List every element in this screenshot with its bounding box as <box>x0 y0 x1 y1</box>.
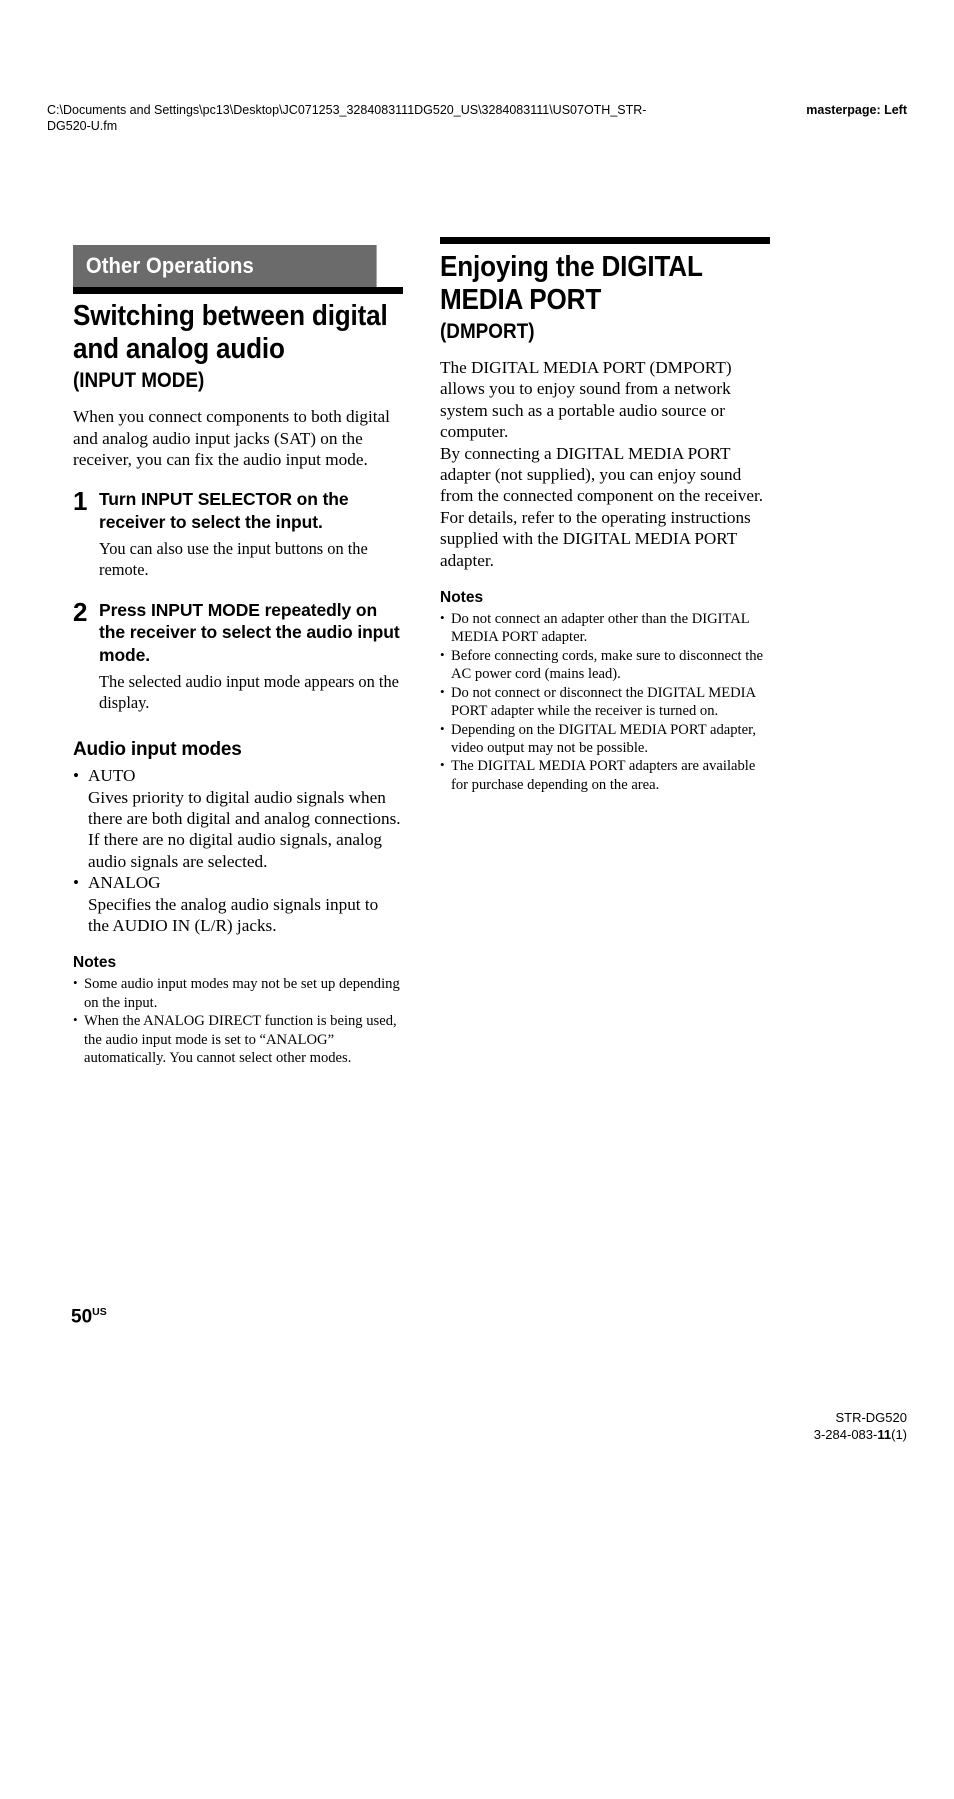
bullet-icon: • <box>440 720 445 736</box>
page-number-suffix: US <box>92 1306 107 1318</box>
bullet-icon: • <box>73 1012 78 1028</box>
note-text: When the ANALOG DIRECT function is being… <box>84 1013 397 1067</box>
right-paragraph-2: By connecting a DIGITAL MEDIA PORT adapt… <box>440 443 764 506</box>
model-number: STR-DG520 <box>835 1410 907 1425</box>
bullet-icon: • <box>440 646 445 662</box>
mode-name: AUTO <box>88 766 136 786</box>
bullet-icon: • <box>440 683 445 699</box>
footer-identifiers: STR-DG520 3-284-083-11(1) <box>814 1410 907 1443</box>
right-notes-list: • Do not connect an adapter other than t… <box>440 610 770 794</box>
list-item: • The DIGITAL MEDIA PORT adapters are av… <box>440 757 770 794</box>
mode-name: ANALOG <box>88 873 161 893</box>
bullet-icon: • <box>440 610 445 626</box>
step-2-title: Press INPUT MODE repeatedly on the recei… <box>99 599 400 665</box>
page-header: C:\Documents and Settings\pc13\Desktop\J… <box>47 103 907 134</box>
left-chapter-subtitle: (INPUT MODE) <box>73 369 205 393</box>
right-chapter-title: Enjoying the DIGITAL MEDIA PORT <box>440 251 703 316</box>
right-heading-rule <box>440 237 770 244</box>
list-item: • ANALOG Specifies the analog audio sign… <box>73 872 403 936</box>
note-text: Some audio input modes may not be set up… <box>84 976 400 1011</box>
step-2-number: 2 <box>73 596 88 627</box>
audio-input-modes-heading: Audio input modes <box>73 739 242 761</box>
step-1-title: Turn INPUT SELECTOR on the receiver to s… <box>99 489 349 532</box>
list-item: • Some audio input modes may not be set … <box>73 975 403 1012</box>
right-notes-heading: Notes <box>440 589 484 607</box>
mode-description: Specifies the analog audio signals input… <box>88 894 379 936</box>
bullet-icon: • <box>440 757 445 773</box>
list-item: • Do not connect an adapter other than t… <box>440 610 770 647</box>
list-item: • Before connecting cords, make sure to … <box>440 647 770 684</box>
doc-number-prefix: 3-284-083- <box>813 1426 878 1442</box>
note-text: Depending on the DIGITAL MEDIA PORT adap… <box>451 721 756 756</box>
list-item: • Depending on the DIGITAL MEDIA PORT ad… <box>440 721 770 758</box>
page-number: 50US <box>71 1306 107 1328</box>
note-text: The DIGITAL MEDIA PORT adapters are avai… <box>451 758 756 793</box>
right-paragraph-3: For details, refer to the operating inst… <box>440 507 751 570</box>
doc-number-revision: 11 <box>877 1426 892 1442</box>
step-2-description: The selected audio input mode appears on… <box>99 672 399 712</box>
list-item: • When the ANALOG DIRECT function is bei… <box>73 1012 403 1067</box>
left-column: Other Operations Switching between digit… <box>73 245 403 1067</box>
document-number: 3-284-083-11(1) <box>814 1427 907 1444</box>
page-number-value: 50 <box>71 1306 93 1328</box>
masterpage-label: masterpage: Left <box>806 103 907 117</box>
bullet-icon: • <box>73 975 78 991</box>
left-chapter-title: Switching between digital and analog aud… <box>73 300 388 366</box>
step-1-body: Turn INPUT SELECTOR on the receiver to s… <box>99 488 403 580</box>
source-file-path: C:\Documents and Settings\pc13\Desktop\J… <box>47 103 647 133</box>
mode-description: Gives priority to digital audio signals … <box>88 787 401 871</box>
note-text: Before connecting cords, make sure to di… <box>451 647 764 683</box>
note-text: Do not connect an adapter other than the… <box>451 611 750 646</box>
note-text: Do not connect or disconnect the DIGITAL… <box>451 684 756 720</box>
step-2: 2 Press INPUT MODE repeatedly on the rec… <box>73 599 403 714</box>
right-column: Enjoying the DIGITAL MEDIA PORT (DMPORT)… <box>440 237 770 794</box>
left-notes-list: • Some audio input modes may not be set … <box>73 975 403 1067</box>
step-1-description: You can also use the input buttons on th… <box>99 539 368 579</box>
section-banner: Other Operations <box>73 245 377 288</box>
doc-number-suffix: (1) <box>891 1426 907 1442</box>
audio-input-modes-list: • AUTO Gives priority to digital audio s… <box>73 765 403 936</box>
right-chapter-subtitle: (DMPORT) <box>440 320 535 343</box>
step-2-body: Press INPUT MODE repeatedly on the recei… <box>99 599 403 714</box>
bullet-icon: • <box>73 873 80 893</box>
right-paragraph-1: The DIGITAL MEDIA PORT (DMPORT) allows y… <box>440 358 732 442</box>
list-item: • AUTO Gives priority to digital audio s… <box>73 765 403 872</box>
left-intro-paragraph: When you connect components to both digi… <box>73 407 390 469</box>
list-item: • Do not connect or disconnect the DIGIT… <box>440 684 770 721</box>
left-notes-heading: Notes <box>73 954 117 972</box>
step-1-number: 1 <box>73 486 88 517</box>
step-1: 1 Turn INPUT SELECTOR on the receiver to… <box>73 488 403 580</box>
bullet-icon: • <box>73 766 80 786</box>
section-banner-rule <box>73 287 403 295</box>
